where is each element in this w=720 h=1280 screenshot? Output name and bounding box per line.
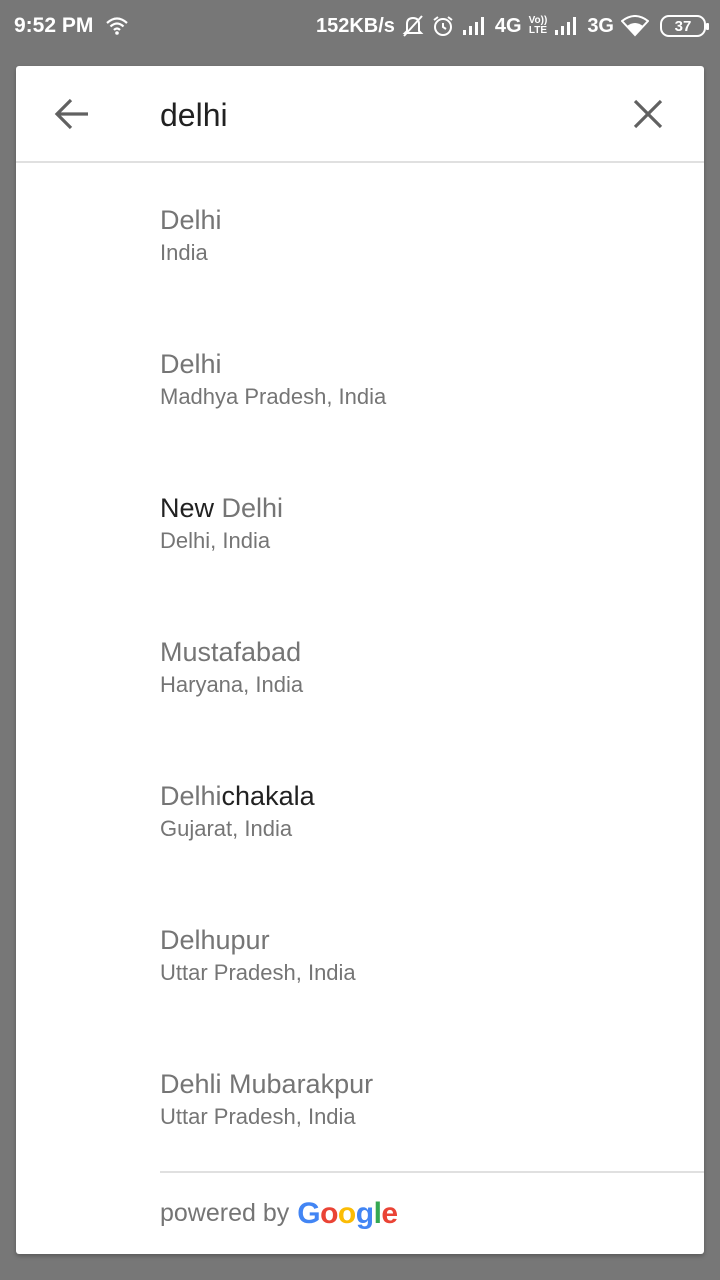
arrow-back-icon <box>54 98 88 130</box>
title-match: Delhi <box>160 205 222 235</box>
result-title: Delhi <box>160 347 704 381</box>
list-item[interactable]: Delhupur Uttar Pradesh, India <box>16 885 704 1029</box>
list-item[interactable]: Delhichakala Gujarat, India <box>16 741 704 885</box>
search-card: Delhi India Delhi Madhya Pradesh, India … <box>16 66 704 1254</box>
signal-icon-1 <box>462 16 488 36</box>
close-icon <box>633 99 663 129</box>
alarm-icon <box>431 14 455 38</box>
result-title: New Delhi <box>160 491 704 525</box>
logo-letter: o <box>337 1196 356 1230</box>
result-subtitle: India <box>160 240 208 265</box>
result-title: Delhichakala <box>160 779 704 813</box>
bell-off-icon <box>402 14 424 38</box>
result-subtitle: Gujarat, India <box>160 816 293 841</box>
list-item[interactable]: Dehli Mubarakpur Uttar Pradesh, India <box>16 1029 704 1173</box>
clear-button[interactable] <box>624 94 672 134</box>
title-match: Delhi <box>160 781 222 811</box>
volte-bottom: LTE <box>528 25 548 36</box>
status-bar: 9:52 PM 152KB/s 4G Vo)) LTE 3G 37 <box>0 0 720 52</box>
list-item[interactable]: New Delhi Delhi, India <box>16 453 704 597</box>
result-subtitle: Madhya Pradesh, India <box>160 384 387 409</box>
logo-letter: G <box>297 1196 321 1230</box>
title-match: Mustafabad <box>160 637 302 667</box>
title-match: Delhi <box>160 349 222 379</box>
result-subtitle: Uttar Pradesh, India <box>160 960 356 985</box>
logo-letter: g <box>355 1196 374 1230</box>
result-subtitle: Haryana, India <box>160 672 304 697</box>
results-list: Delhi India Delhi Madhya Pradesh, India … <box>16 165 704 1173</box>
title-match: Delhi <box>221 493 284 523</box>
title-match: Dehli Mubarakpur <box>160 1069 374 1099</box>
result-title: Delhupur <box>160 923 704 957</box>
list-item[interactable]: Delhi Madhya Pradesh, India <box>16 309 704 453</box>
logo-letter: e <box>381 1196 398 1230</box>
network-type-1: 4G <box>494 14 522 37</box>
result-subtitle: Uttar Pradesh, India <box>160 1104 356 1129</box>
attribution-footer: powered by Google <box>160 1171 704 1254</box>
status-time: 9:52 PM <box>14 14 94 37</box>
search-bar <box>16 66 704 163</box>
back-button[interactable] <box>48 94 96 134</box>
list-item[interactable]: Delhi India <box>16 165 704 309</box>
google-logo: Google <box>297 1196 398 1231</box>
wifi-hotspot-icon <box>105 16 129 36</box>
powered-by-label: powered by <box>160 1199 290 1227</box>
battery-icon: 37 <box>660 15 709 37</box>
status-left: 9:52 PM <box>14 14 129 38</box>
title-suffix: chakala <box>221 781 315 811</box>
volte-indicator: Vo)) LTE <box>529 16 548 36</box>
net-speed: 152KB/s <box>315 14 395 37</box>
result-subtitle: Delhi, India <box>160 528 271 553</box>
logo-letter: o <box>320 1196 338 1230</box>
signal-icon-2 <box>554 16 580 36</box>
wifi-icon <box>621 15 649 37</box>
network-type-2: 3G <box>587 14 614 37</box>
title-prefix: New <box>160 493 222 523</box>
list-item[interactable]: Mustafabad Haryana, India <box>16 597 704 741</box>
status-right: 152KB/s 4G Vo)) LTE 3G 37 <box>315 14 709 38</box>
result-title: Mustafabad <box>160 635 704 669</box>
search-input[interactable] <box>160 92 600 138</box>
title-match: Delhupur <box>160 925 270 955</box>
result-title: Dehli Mubarakpur <box>160 1067 704 1101</box>
result-title: Delhi <box>160 203 704 237</box>
battery-level: 37 <box>674 17 692 35</box>
